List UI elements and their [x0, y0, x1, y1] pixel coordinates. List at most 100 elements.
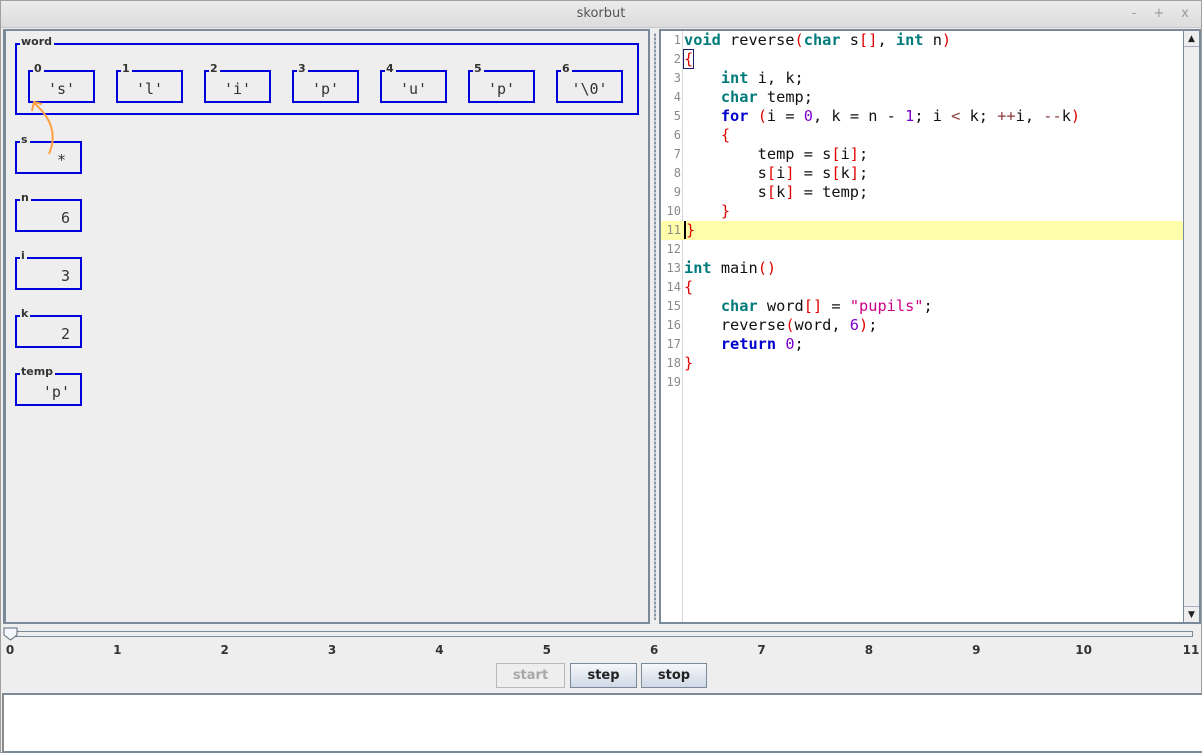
- line-number: 19: [666, 375, 681, 389]
- code-token: (: [794, 31, 804, 49]
- code-line[interactable]: 13 int main(): [661, 259, 1183, 278]
- code-line[interactable]: 7 temp = s[i];: [661, 145, 1183, 164]
- timeline-tick-label: 8: [864, 643, 874, 657]
- timeline-slider[interactable]: 0 1 2 3 4 5 6 7 8 9 10 11: [1, 625, 1202, 659]
- close-button[interactable]: x: [1178, 6, 1192, 21]
- code-line[interactable]: 9 s[k] = temp;: [661, 183, 1183, 202]
- array-cell: 3 'p': [292, 63, 359, 103]
- code-token: n: [923, 31, 942, 49]
- array-cell: 5 'p': [468, 63, 535, 103]
- code-text: }: [684, 354, 693, 373]
- array-box-word: word 0 's' 1 'l' 2 'i' 3 'p' 4 'u' 5 'p'…: [15, 36, 639, 115]
- code-line[interactable]: 1 void reverse(char s[], int n): [661, 31, 1183, 50]
- code-token: ;: [859, 145, 869, 163]
- code-token: ]: [785, 183, 795, 201]
- code-token: (): [757, 259, 777, 277]
- variable-box-k: k 2: [15, 308, 82, 348]
- cell-value: 'i': [223, 80, 252, 98]
- code-token: char: [803, 31, 841, 49]
- code-token: k: [840, 164, 850, 182]
- code-token: = s: [794, 164, 832, 182]
- cell-index: 2: [209, 62, 220, 75]
- code-token: "pupils": [849, 297, 924, 315]
- code-line[interactable]: 19: [661, 373, 1183, 392]
- code-text: for (i = 0, k = n - 1; i < k; ++i, --k): [684, 107, 1080, 126]
- code-line[interactable]: 14{: [661, 278, 1183, 297]
- code-line[interactable]: 5 for (i = 0, k = n - 1; i < k; ++i, --k…: [661, 107, 1183, 126]
- variable-box-i: i 3: [15, 250, 82, 290]
- array-cell: 1 'l': [116, 63, 183, 103]
- code-token: reverse: [720, 31, 795, 49]
- code-token: {: [682, 49, 695, 69]
- code-token: [: [831, 164, 841, 182]
- code-token: ]: [849, 164, 860, 182]
- code-token: --: [1043, 107, 1062, 125]
- code-line[interactable]: 17 return 0;: [661, 335, 1183, 354]
- code-token: s: [684, 164, 767, 182]
- line-number: 15: [666, 299, 681, 313]
- code-line[interactable]: 15 char word[] = "pupils";: [661, 297, 1183, 316]
- code-line[interactable]: 18}: [661, 354, 1183, 373]
- variable-name: i: [20, 249, 27, 262]
- editor-scrollbar[interactable]: ▲ ▼: [1183, 31, 1199, 622]
- line-number: 17: [666, 337, 681, 351]
- code-token: word: [757, 297, 804, 315]
- variable-value: 3: [60, 267, 70, 285]
- code-text: char word[] = "pupils";: [684, 297, 933, 316]
- code-line[interactable]: 4 char temp;: [661, 88, 1183, 107]
- code-token: i: [840, 145, 850, 163]
- cell-index: 6: [561, 62, 572, 75]
- timeline-tick-label: 6: [649, 643, 659, 657]
- code-line[interactable]: 10 }: [661, 202, 1183, 221]
- code-token: (: [785, 316, 795, 334]
- cell-index: 0: [33, 62, 44, 75]
- code-token: reverse: [684, 316, 786, 334]
- code-token: , k = n -: [812, 107, 906, 125]
- minimize-button[interactable]: -: [1127, 6, 1141, 21]
- title-bar[interactable]: skorbut - + x: [1, 1, 1201, 28]
- scroll-up-icon[interactable]: ▲: [1184, 31, 1199, 47]
- stop-button[interactable]: stop: [641, 663, 707, 688]
- code-token: 0: [803, 107, 813, 125]
- code-line[interactable]: 8 s[i] = s[k];: [661, 164, 1183, 183]
- variable-box-temp: temp 'p': [15, 366, 82, 406]
- code-token: 6: [849, 316, 860, 334]
- code-token: s: [840, 31, 860, 49]
- pointer-value: *: [56, 151, 66, 169]
- step-button[interactable]: step: [570, 663, 637, 688]
- line-number: 9: [673, 185, 681, 199]
- variable-value: 6: [60, 209, 70, 227]
- start-button[interactable]: start: [496, 663, 565, 688]
- code-line[interactable]: 2{: [661, 49, 1183, 69]
- code-token: {: [720, 126, 731, 144]
- code-token: k: [776, 183, 786, 201]
- split-pane-divider[interactable]: [652, 29, 659, 624]
- maximize-button[interactable]: +: [1152, 6, 1166, 21]
- code-token: = temp;: [794, 183, 869, 201]
- console-output[interactable]: [2, 693, 1202, 753]
- line-number: 7: [673, 147, 681, 161]
- array-cell: 2 'i': [204, 63, 271, 103]
- code-token: []: [859, 31, 878, 49]
- variable-box-s: s *: [15, 134, 82, 174]
- code-line[interactable]: 11}: [661, 221, 1183, 240]
- code-line[interactable]: 12: [661, 240, 1183, 259]
- variable-name: n: [20, 191, 31, 204]
- code-line[interactable]: 3 int i, k;: [661, 69, 1183, 88]
- code-text: return 0;: [684, 335, 804, 354]
- variable-name: temp: [20, 365, 56, 378]
- code-line[interactable]: 16 reverse(word, 6);: [661, 316, 1183, 335]
- code-editor[interactable]: 1 void reverse(char s[], int n) 2{3 int i,…: [659, 29, 1201, 624]
- slider-thumb[interactable]: [3, 627, 18, 641]
- code-token: [: [831, 145, 841, 163]
- code-line[interactable]: 6 {: [661, 126, 1183, 145]
- code-token: []: [803, 297, 823, 315]
- scroll-down-icon[interactable]: ▼: [1184, 606, 1199, 622]
- code-token: ;: [859, 164, 869, 182]
- cell-index: 4: [385, 62, 396, 75]
- slider-track[interactable]: [9, 631, 1193, 637]
